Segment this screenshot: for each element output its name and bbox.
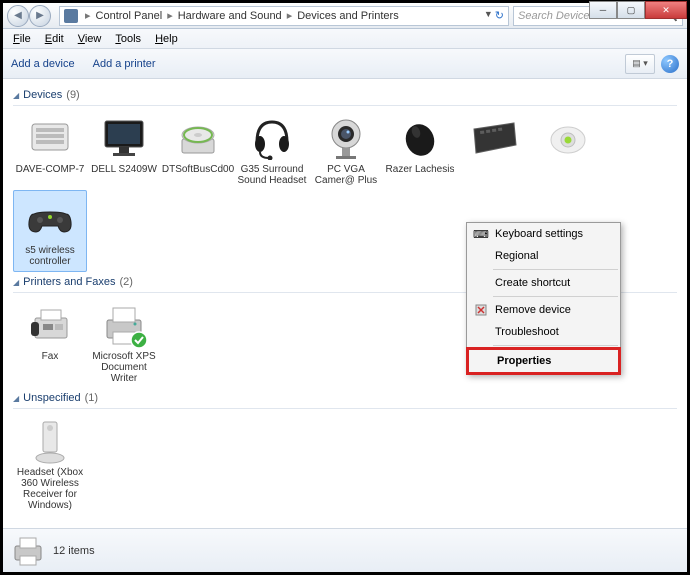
collapse-icon: ◢ bbox=[13, 394, 19, 403]
command-bar: Add a device Add a printer ▤ ▾ ? bbox=[3, 49, 687, 79]
menu-separator bbox=[493, 269, 618, 270]
device-label: G35 Surround Sound Headset bbox=[237, 164, 307, 186]
device-item-selected[interactable]: s5 wireless controller bbox=[13, 190, 87, 272]
printer-icon bbox=[100, 301, 148, 349]
menu-keyboard-settings[interactable]: ⌨ Keyboard settings bbox=[467, 223, 620, 245]
device-item[interactable]: DAVE-COMP-7 bbox=[13, 110, 87, 190]
menu-file[interactable]: File bbox=[7, 31, 37, 47]
device-label: DAVE-COMP-7 bbox=[16, 164, 85, 175]
menu-tools[interactable]: Tools bbox=[109, 31, 147, 47]
menu-view[interactable]: View bbox=[72, 31, 108, 47]
add-printer-button[interactable]: Add a printer bbox=[93, 58, 156, 70]
menu-troubleshoot[interactable]: Troubleshoot bbox=[467, 321, 620, 343]
group-title: Unspecified bbox=[23, 392, 80, 404]
device-item[interactable]: Headset (Xbox 360 Wireless Receiver for … bbox=[13, 413, 87, 515]
printer-item[interactable]: Fax bbox=[13, 297, 87, 388]
device-label: Razer Lachesis bbox=[386, 164, 455, 175]
group-count: (2) bbox=[119, 276, 132, 288]
breadcrumb[interactable]: ▸ Control Panel ▸ Hardware and Sound ▸ D… bbox=[59, 6, 509, 26]
printer-label: Fax bbox=[42, 351, 59, 362]
webcam-icon bbox=[322, 114, 370, 162]
unspecified-list: Headset (Xbox 360 Wireless Receiver for … bbox=[13, 413, 677, 515]
computer-icon bbox=[26, 114, 74, 162]
status-text: 12 items bbox=[53, 545, 95, 557]
collapse-icon: ◢ bbox=[13, 91, 19, 100]
back-button[interactable]: ◀ bbox=[7, 5, 29, 27]
group-count: (1) bbox=[85, 392, 98, 404]
dropdown-icon[interactable]: ▼ bbox=[484, 9, 493, 22]
device-label: PC VGA Camer@ Plus bbox=[311, 164, 381, 186]
device-label: s5 wireless controller bbox=[16, 245, 84, 267]
device-item[interactable] bbox=[457, 110, 531, 190]
breadcrumb-item[interactable]: Devices and Printers bbox=[297, 10, 399, 22]
menu-help[interactable]: Help bbox=[149, 31, 184, 47]
group-title: Devices bbox=[23, 89, 62, 101]
close-button[interactable]: ✕ bbox=[645, 1, 687, 19]
breadcrumb-item[interactable]: Hardware and Sound bbox=[178, 10, 282, 22]
group-header-devices[interactable]: ◢ Devices (9) bbox=[13, 85, 677, 106]
device-item[interactable]: Razer Lachesis bbox=[383, 110, 457, 190]
device-item[interactable]: DTSoftBusCd00 bbox=[161, 110, 235, 190]
status-printer-icon bbox=[11, 534, 45, 568]
printer-label: Microsoft XPS Document Writer bbox=[89, 351, 159, 384]
menu-regional[interactable]: Regional bbox=[467, 245, 620, 267]
menu-remove-device[interactable]: Remove device bbox=[467, 299, 620, 321]
group-header-unspecified[interactable]: ◢ Unspecified (1) bbox=[13, 388, 677, 409]
menu-highlighted: Properties bbox=[466, 347, 621, 375]
printer-item[interactable]: Microsoft XPS Document Writer bbox=[87, 297, 161, 388]
generic-device-icon bbox=[26, 417, 74, 465]
keyboard-icon bbox=[470, 114, 518, 162]
breadcrumb-item[interactable]: Control Panel bbox=[96, 10, 163, 22]
default-check-icon bbox=[130, 331, 148, 349]
view-options-button[interactable]: ▤ ▾ bbox=[625, 54, 655, 74]
menu-create-shortcut[interactable]: Create shortcut bbox=[467, 272, 620, 294]
headset-icon bbox=[248, 114, 296, 162]
minimize-button[interactable]: ─ bbox=[589, 1, 617, 19]
refresh-icon[interactable]: ↻ bbox=[495, 9, 504, 22]
menu-separator bbox=[493, 296, 618, 297]
menu-separator bbox=[493, 345, 618, 346]
help-icon[interactable]: ? bbox=[661, 55, 679, 73]
explorer-window: ─ ▢ ✕ ◀ ▶ ▸ Control Panel ▸ Hardware and… bbox=[0, 0, 690, 575]
device-label: Headset (Xbox 360 Wireless Receiver for … bbox=[15, 467, 85, 511]
monitor-icon bbox=[100, 114, 148, 162]
maximize-button[interactable]: ▢ bbox=[617, 1, 645, 19]
device-label: DELL S2409W bbox=[91, 164, 157, 175]
device-item[interactable]: G35 Surround Sound Headset bbox=[235, 110, 309, 190]
add-device-button[interactable]: Add a device bbox=[11, 58, 75, 70]
device-item[interactable]: PC VGA Camer@ Plus bbox=[309, 110, 383, 190]
remove-icon bbox=[473, 302, 489, 318]
forward-button[interactable]: ▶ bbox=[29, 5, 51, 27]
content-area: ◢ Devices (9) DAVE-COMP-7 DELL S2409W DT… bbox=[3, 79, 687, 528]
group-count: (9) bbox=[66, 89, 79, 101]
location-icon bbox=[64, 9, 78, 23]
disc-drive-icon bbox=[174, 114, 222, 162]
menu-edit[interactable]: Edit bbox=[39, 31, 70, 47]
group-title: Printers and Faxes bbox=[23, 276, 115, 288]
status-bar: 12 items bbox=[3, 528, 687, 572]
context-menu: ⌨ Keyboard settings Regional Create shor… bbox=[466, 222, 621, 375]
mouse-icon bbox=[396, 114, 444, 162]
wireless-receiver-icon bbox=[544, 114, 592, 162]
device-item[interactable] bbox=[531, 110, 605, 190]
keyboard-small-icon: ⌨ bbox=[473, 226, 489, 242]
menu-properties[interactable]: Properties bbox=[469, 350, 618, 372]
fax-icon bbox=[26, 301, 74, 349]
titlebar: ─ ▢ ✕ ◀ ▶ ▸ Control Panel ▸ Hardware and… bbox=[3, 3, 687, 29]
collapse-icon: ◢ bbox=[13, 278, 19, 287]
menu-bar: File Edit View Tools Help bbox=[3, 29, 687, 49]
device-label: DTSoftBusCd00 bbox=[162, 164, 234, 175]
device-item[interactable]: DELL S2409W bbox=[87, 110, 161, 190]
game-controller-icon bbox=[26, 195, 74, 243]
